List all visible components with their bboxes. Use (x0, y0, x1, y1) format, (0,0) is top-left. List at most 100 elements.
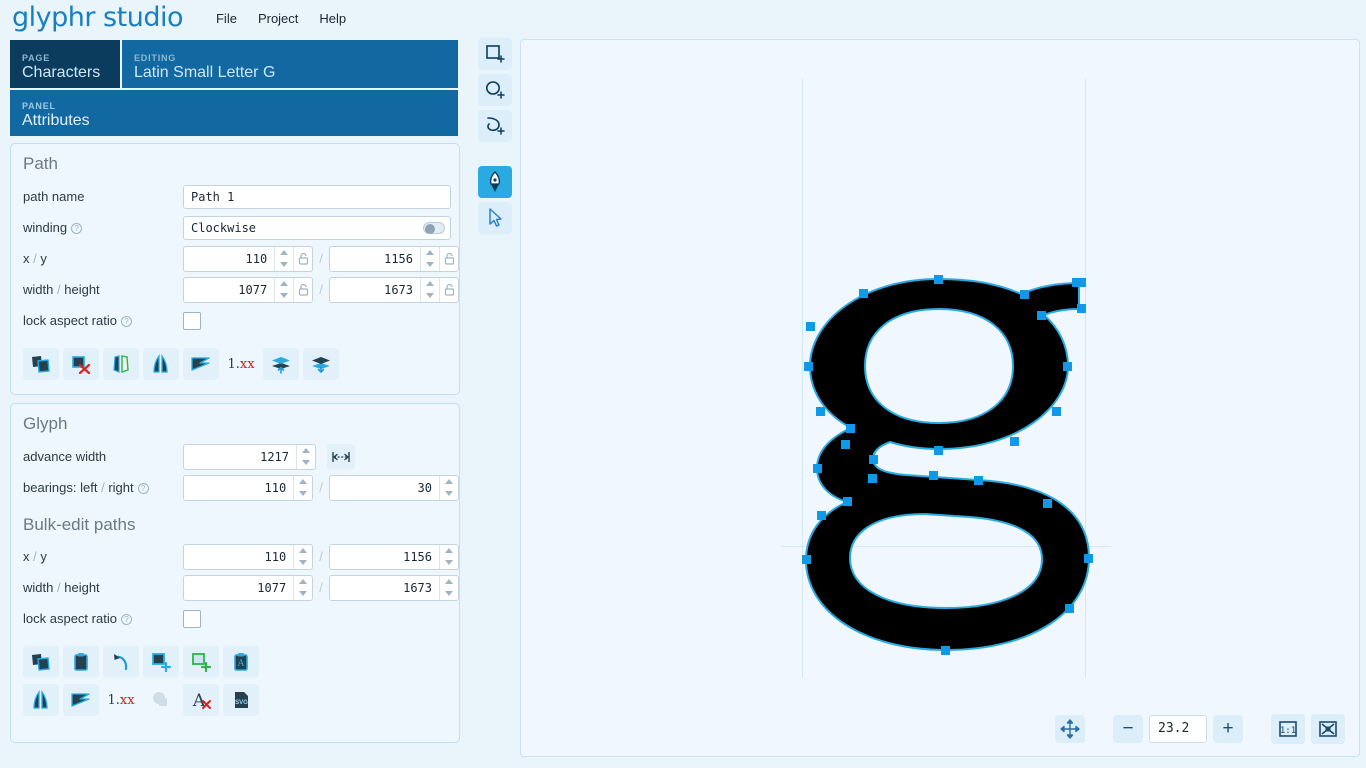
add-path-tool-button[interactable] (478, 110, 512, 142)
path-height-lock-button[interactable] (439, 277, 458, 302)
glyph-flip-vertical-button[interactable] (23, 684, 59, 716)
path-x-lock-button[interactable] (293, 246, 312, 271)
bulk-height-stepper[interactable] (439, 575, 458, 600)
bulk-lock-aspect-checkbox[interactable] (183, 609, 201, 628)
winding-input[interactable]: Clockwise (183, 215, 451, 240)
nav-panel-selector[interactable]: PANEL Attributes (10, 90, 458, 136)
flip-vertical-button[interactable] (143, 348, 179, 380)
stepper-down-icon[interactable] (294, 557, 312, 569)
path-x-stepper[interactable] (274, 246, 293, 271)
stepper-down-icon[interactable] (440, 557, 458, 569)
round-corners-button[interactable] (183, 348, 219, 380)
fit-to-screen-button[interactable] (1311, 714, 1345, 744)
path-wh-label: width / height (23, 282, 183, 297)
bearing-left-stepper[interactable] (293, 475, 312, 500)
path-width-input[interactable]: 1077 (183, 276, 314, 303)
menu-item-project[interactable]: Project (257, 9, 299, 28)
path-x-input[interactable]: 110 (183, 245, 314, 272)
pen-tool-button[interactable] (478, 166, 512, 198)
move-layer-up-button[interactable] (263, 348, 299, 380)
bearing-left-input[interactable]: 110 (183, 474, 314, 501)
bearing-right-input[interactable]: 30 (328, 474, 459, 501)
zoom-in-button[interactable]: + (1213, 715, 1243, 743)
stepper-down-icon[interactable] (421, 259, 439, 271)
bulk-height-input[interactable]: 1673 (328, 574, 459, 601)
glyph-outline[interactable] (521, 40, 1360, 757)
undo-button[interactable] (103, 646, 139, 678)
stepper-down-icon[interactable] (297, 457, 315, 469)
stepper-down-icon[interactable] (294, 588, 312, 600)
stepper-down-icon[interactable] (440, 588, 458, 600)
help-icon[interactable]: ? (120, 614, 132, 625)
round-values-button[interactable]: 1.xx (223, 348, 259, 380)
stepper-up-icon[interactable] (275, 278, 293, 290)
stepper-up-icon[interactable] (275, 247, 293, 259)
bulk-y-stepper[interactable] (439, 544, 458, 569)
bearing-right-stepper[interactable] (439, 475, 458, 500)
combine-paths-button[interactable] (23, 348, 59, 380)
path-height-stepper[interactable] (420, 277, 439, 302)
help-icon[interactable]: ? (120, 316, 132, 327)
menu-item-help[interactable]: Help (318, 9, 347, 28)
path-name-input[interactable]: Path 1 (183, 184, 451, 209)
add-path-button[interactable] (143, 646, 179, 678)
cursor-tool-button[interactable] (478, 202, 512, 234)
stepper-down-icon[interactable] (421, 290, 439, 302)
export-svg-button[interactable]: SVG (223, 684, 259, 716)
stepper-down-icon[interactable] (275, 259, 293, 271)
stepper-up-icon[interactable] (294, 545, 312, 557)
bulk-x-stepper[interactable] (293, 544, 312, 569)
bulk-x-input[interactable]: 110 (183, 543, 314, 570)
add-component-button[interactable]: A (223, 646, 259, 678)
stepper-up-icon[interactable] (294, 576, 312, 588)
advance-width-input[interactable]: 1217 (183, 443, 316, 470)
stepper-up-icon[interactable] (421, 278, 439, 290)
stepper-up-icon[interactable] (440, 545, 458, 557)
path-y-lock-button[interactable] (439, 246, 458, 271)
menu-item-file[interactable]: File (215, 9, 238, 28)
stepper-down-icon[interactable] (275, 290, 293, 302)
paste-button[interactable] (63, 646, 99, 678)
delete-glyph-button[interactable]: A (183, 684, 219, 716)
glyph-round-corners-button[interactable] (63, 684, 99, 716)
path-y-stepper[interactable] (420, 246, 439, 271)
bearings-slash: / (319, 480, 323, 495)
bulk-width-stepper[interactable] (293, 575, 312, 600)
stepper-up-icon[interactable] (440, 476, 458, 488)
stepper-up-icon[interactable] (297, 445, 315, 457)
glyph-section-heading: Glyph (23, 414, 68, 433)
stepper-down-icon[interactable] (440, 488, 458, 500)
add-oval-tool-button[interactable] (478, 74, 512, 106)
help-icon[interactable]: ? (137, 483, 149, 494)
glyph-edit-canvas[interactable]: − 23.2 + 1:1 (520, 39, 1360, 757)
add-rectangle-tool-button[interactable] (478, 38, 512, 70)
add-rectangle-path-button[interactable] (183, 646, 219, 678)
zoom-level-input[interactable]: 23.2 (1149, 715, 1207, 743)
advance-width-stepper[interactable] (296, 444, 315, 469)
flip-horizontal-button[interactable] (103, 348, 139, 380)
bulk-width-input[interactable]: 1077 (183, 574, 314, 601)
glyph-round-values-button[interactable]: 1.xx (103, 684, 139, 716)
path-y-input[interactable]: 1156 (328, 245, 459, 272)
move-layer-down-button[interactable] (303, 348, 339, 380)
path-width-lock-button[interactable] (293, 277, 312, 302)
nav-editing-selector[interactable]: EDITING Latin Small Letter G (122, 40, 458, 88)
stepper-down-icon[interactable] (294, 488, 312, 500)
stepper-up-icon[interactable] (294, 476, 312, 488)
path-width-stepper[interactable] (274, 277, 293, 302)
pan-tool-button[interactable] (1055, 715, 1085, 743)
help-icon[interactable]: ? (71, 223, 83, 234)
delete-path-button[interactable] (63, 348, 99, 380)
stepper-up-icon[interactable] (421, 247, 439, 259)
merge-shapes-button[interactable] (143, 684, 179, 716)
stepper-up-icon[interactable] (440, 576, 458, 588)
nav-page-selector[interactable]: PAGE Characters (10, 40, 120, 88)
path-lock-aspect-checkbox[interactable] (183, 311, 201, 330)
auto-fit-advance-width-button[interactable] (327, 443, 355, 470)
winding-toggle[interactable] (423, 221, 445, 234)
zoom-out-button[interactable]: − (1113, 715, 1143, 743)
bulk-y-input[interactable]: 1156 (328, 543, 459, 570)
path-height-input[interactable]: 1673 (328, 276, 459, 303)
actual-size-button[interactable]: 1:1 (1271, 714, 1305, 744)
combine-all-paths-button[interactable] (23, 646, 59, 678)
